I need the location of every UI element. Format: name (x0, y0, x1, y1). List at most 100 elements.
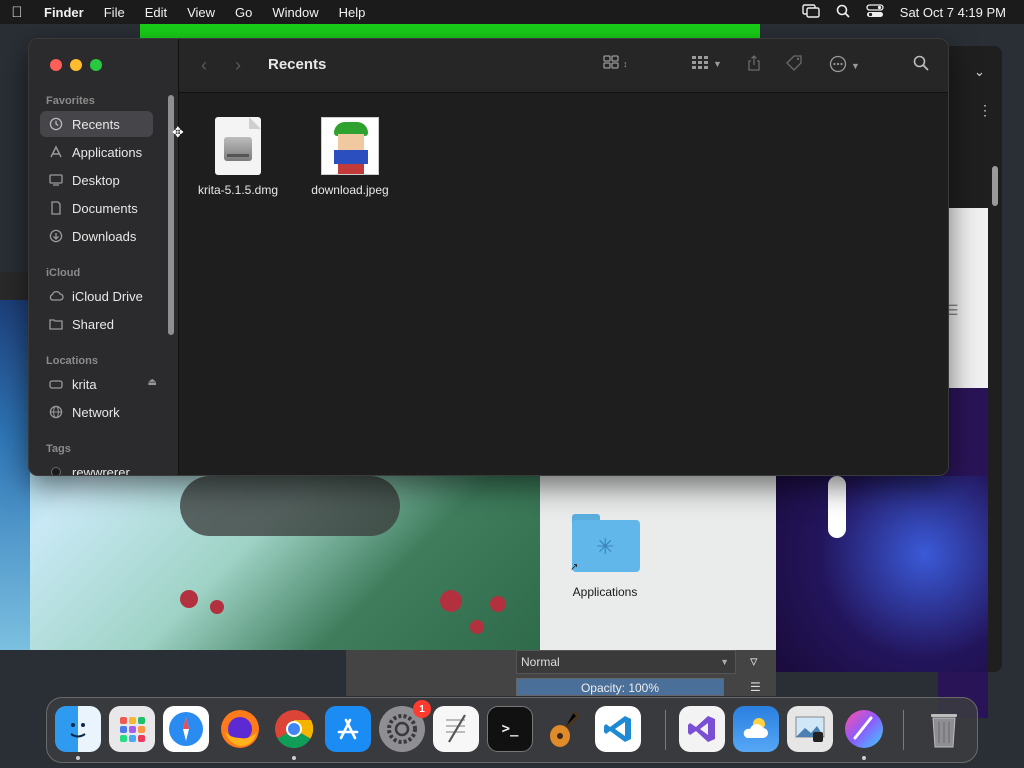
forward-button[interactable]: › (235, 55, 241, 76)
vscode-icon[interactable] (595, 706, 641, 752)
opacity-slider[interactable]: Opacity: 100% (516, 678, 724, 696)
firefox-icon[interactable] (217, 706, 263, 752)
back-button[interactable]: ‹ (201, 55, 207, 76)
file-item[interactable]: krita-5.1.5.dmg (188, 117, 288, 197)
menu-bar:  Finder File Edit View Go Window Help S… (0, 0, 1024, 24)
filter-icon[interactable]: ▿ (750, 652, 758, 670)
visual-studio-icon[interactable] (679, 706, 725, 752)
apple-logo-icon[interactable]:  (0, 4, 34, 21)
network-icon (48, 404, 64, 420)
background-window-titlebar (140, 24, 760, 38)
sidebar-item-documents[interactable]: Documents (40, 195, 153, 221)
krita-icon[interactable] (841, 706, 887, 752)
finder-window: Favorites Recents Applications Desktop D… (28, 38, 949, 476)
view-mode-button[interactable]: ↕ (603, 55, 628, 73)
sidebar-item-label: Recents (72, 116, 120, 132)
sidebar-item-recents[interactable]: Recents (40, 111, 153, 137)
spotlight-search-icon[interactable] (836, 4, 850, 21)
desktop-folder-label[interactable]: Applications (560, 585, 650, 599)
move-cursor-icon: ✥ (172, 124, 184, 140)
terminal-icon[interactable]: >_ (487, 706, 533, 752)
eject-icon[interactable]: ⏏ (148, 377, 157, 388)
zoom-window-button[interactable] (90, 59, 102, 71)
more-vertical-icon[interactable]: ⋮ (978, 102, 992, 119)
guitar-icon[interactable] (541, 706, 587, 752)
sidebar-section-favorites: Favorites (46, 95, 95, 107)
running-indicator (862, 756, 866, 760)
share-icon (747, 55, 761, 75)
menu-app-name[interactable]: Finder (34, 5, 94, 20)
menu-file[interactable]: File (94, 5, 135, 20)
minimize-window-button[interactable] (70, 59, 82, 71)
menu-edit[interactable]: Edit (135, 5, 177, 20)
group-grid-icon (691, 55, 709, 73)
ellipsis-circle-icon (829, 55, 847, 77)
sidebar-item-label: Applications (72, 144, 143, 160)
finder-sidebar: Favorites Recents Applications Desktop D… (29, 39, 179, 475)
dropdown-arrow-icon: ▼ (720, 657, 729, 667)
textedit-icon[interactable] (433, 706, 479, 752)
sidebar-section-icloud: iCloud (46, 267, 81, 279)
launchpad-icon[interactable] (109, 706, 155, 752)
file-item[interactable]: download.jpeg (300, 117, 400, 197)
icon-grid-icon (603, 55, 619, 73)
blend-mode-select[interactable]: Normal ▼ (516, 650, 736, 674)
trash-icon[interactable] (921, 706, 967, 752)
screen-mirroring-icon[interactable] (802, 3, 820, 21)
file-name: krita-5.1.5.dmg (197, 183, 279, 197)
dock: 1 >_ (46, 697, 978, 763)
dock-separator (665, 710, 666, 750)
share-button[interactable] (747, 55, 761, 75)
sidebar-item-label: Desktop (72, 172, 120, 188)
sidebar-item-downloads[interactable]: Downloads (40, 223, 153, 249)
menu-window[interactable]: Window (262, 5, 328, 20)
finder-icon[interactable] (55, 706, 101, 752)
menu-clock[interactable]: Sat Oct 7 4:19 PM (900, 5, 1006, 20)
finder-toolbar: ‹ › Recents ↕ ▼ ▼ (179, 39, 948, 93)
chevron-down-icon: ▼ (713, 59, 722, 69)
menu-go[interactable]: Go (225, 5, 262, 20)
sidebar-item-krita-volume[interactable]: krita ⏏ (40, 371, 157, 397)
menu-help[interactable]: Help (329, 5, 376, 20)
close-window-button[interactable] (50, 59, 62, 71)
sidebar-section-locations: Locations (46, 355, 98, 367)
menu-view[interactable]: View (177, 5, 225, 20)
chevron-updown-icon: ↕ (623, 59, 628, 69)
tag-button[interactable] (785, 55, 803, 75)
weather-icon[interactable] (733, 706, 779, 752)
sidebar-item-label: Downloads (72, 228, 137, 244)
search-button[interactable] (913, 55, 929, 75)
sidebar-item-tag[interactable]: rewwrerer (40, 459, 153, 475)
running-indicator (76, 756, 80, 760)
sidebar-item-shared[interactable]: Shared (40, 311, 153, 337)
sidebar-item-applications[interactable]: Applications (40, 139, 153, 165)
settings-icon[interactable]: 1 (379, 700, 431, 752)
sidebar-item-label: Shared (72, 316, 114, 332)
sidebar-item-icloud-drive[interactable]: iCloud Drive (40, 283, 153, 309)
sidebar-item-label: iCloud Drive (72, 288, 143, 304)
chrome-icon[interactable] (271, 706, 317, 752)
background-scrollbar[interactable] (992, 166, 998, 206)
preview-icon[interactable] (787, 706, 833, 752)
file-browser-content: krita-5.1.5.dmg download.jpeg (179, 93, 948, 475)
window-title: Recents (268, 56, 327, 73)
desktop-icon (48, 172, 64, 188)
safari-icon[interactable] (163, 706, 209, 752)
applications-folder-icon[interactable]: ✳ (572, 514, 640, 572)
app-store-icon[interactable] (325, 706, 371, 752)
menu-lines-icon[interactable]: ☰ (750, 680, 761, 694)
tag-color-dot-icon (48, 464, 64, 475)
chevron-down-icon: ▼ (851, 61, 860, 71)
chevron-down-icon[interactable]: ⌄ (974, 64, 985, 80)
control-center-icon[interactable] (866, 3, 884, 21)
krita-layers-panel: Normal ▼ Opacity: 100% ▿ ☰ (346, 650, 776, 696)
sidebar-item-label: krita (72, 376, 97, 392)
group-by-button[interactable]: ▼ (691, 55, 722, 73)
dock-separator (903, 710, 904, 750)
sidebar-item-desktop[interactable]: Desktop (40, 167, 153, 193)
file-name: download.jpeg (311, 183, 389, 197)
sidebar-section-tags: Tags (46, 443, 71, 455)
more-actions-button[interactable]: ▼ (829, 55, 860, 77)
image-thumbnail-icon (321, 117, 379, 175)
sidebar-item-network[interactable]: Network (40, 399, 153, 425)
